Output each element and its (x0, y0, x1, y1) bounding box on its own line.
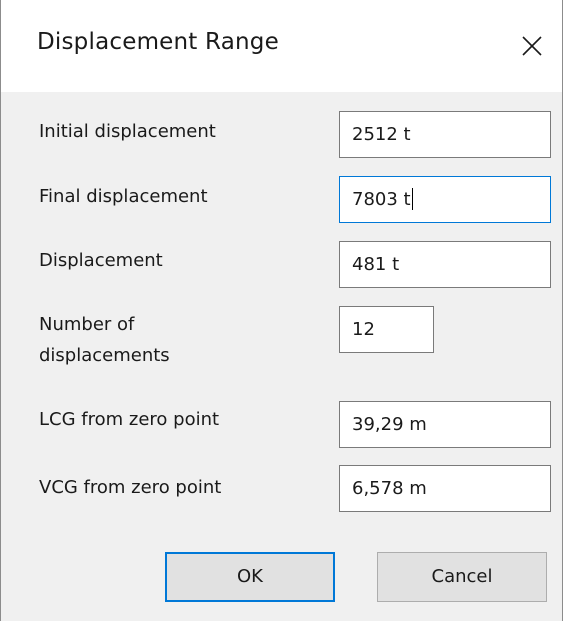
displacement-increment-label-text: Displacement (39, 250, 163, 271)
vcg-value: 6,578 m (352, 478, 427, 499)
cancel-button[interactable]: Cancel (377, 552, 547, 602)
initial-displacement-label: Initial displacement (39, 121, 216, 142)
final-displacement-value: 7803 t (352, 189, 411, 210)
number-of-displacements-label-line1: Number of (39, 314, 135, 335)
lcg-value: 39,29 m (352, 414, 427, 435)
number-of-displacements-label: Number of displacements (39, 313, 170, 368)
title-bar: Displacement Range (1, 0, 562, 92)
lcg-field[interactable]: 39,29 m (339, 401, 551, 448)
lcg-label: LCG from zero point (39, 409, 220, 430)
initial-displacement-field[interactable]: 2512 t (339, 111, 551, 158)
initial-displacement-value: 2512 t (352, 124, 411, 145)
close-button[interactable] (506, 20, 556, 70)
number-of-displacements-field[interactable]: 12 (339, 306, 434, 353)
final-displacement-label: Final displacement (39, 186, 208, 207)
close-icon (522, 36, 542, 56)
displacement-increment-value: 481 t (352, 254, 400, 275)
text-caret (411, 187, 413, 210)
displacement-range-dialog: Displacement Range Initial displacement … (0, 0, 563, 621)
displacement-increment-field[interactable]: 481 t (339, 241, 551, 288)
displacement-increment-label: Displacement (39, 249, 163, 279)
number-of-displacements-label-line2: displacements (39, 345, 170, 366)
final-displacement-field[interactable]: 7803 t (339, 176, 551, 223)
dialog-title: Displacement Range (37, 29, 279, 55)
vcg-label: VCG from zero point (39, 477, 222, 498)
vcg-field[interactable]: 6,578 m (339, 465, 551, 512)
number-of-displacements-value: 12 (352, 319, 375, 340)
ok-button[interactable]: OK (165, 552, 335, 602)
